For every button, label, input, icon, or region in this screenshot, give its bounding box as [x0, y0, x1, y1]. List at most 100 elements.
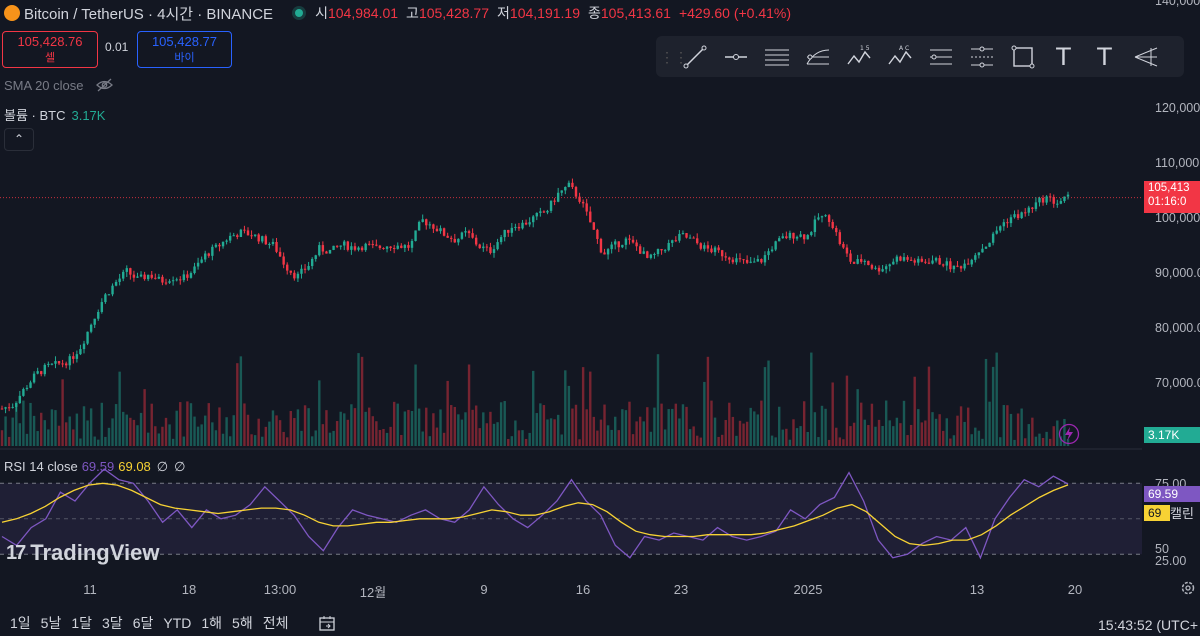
candle-body — [139, 274, 143, 277]
pattern-tool[interactable]: A C — [879, 41, 920, 73]
range-tool[interactable] — [961, 41, 1002, 73]
hidden-eye-icon[interactable] — [96, 78, 113, 92]
candle-body — [906, 257, 909, 260]
volume-legend[interactable]: 볼륨 · BTC 3.17K — [4, 105, 105, 124]
volume-bar — [164, 417, 168, 446]
candle-body — [959, 266, 963, 269]
candle-body — [838, 232, 842, 245]
volume-bar — [874, 426, 877, 446]
candle-body — [724, 256, 727, 258]
text-tool[interactable]: T — [1043, 41, 1084, 73]
fib-tool[interactable] — [797, 41, 838, 73]
trend-line-tool[interactable] — [674, 41, 715, 73]
price-tick: 110,000 — [1155, 156, 1200, 170]
volume-bar — [407, 409, 410, 446]
volume-bar — [146, 432, 150, 446]
candle-body — [660, 249, 663, 251]
symbol-title[interactable]: Bitcoin / TetherUS · 4시간 · BINANCE — [24, 3, 273, 24]
range-5d[interactable]: 5날 — [41, 613, 62, 633]
candle-body — [646, 251, 649, 258]
clock-timezone[interactable]: 15:43:52 (UTC+ — [1098, 617, 1198, 633]
volume-bar — [392, 401, 396, 446]
candle-body — [453, 238, 456, 243]
volume-bar — [1006, 405, 1009, 446]
candle-body — [753, 261, 756, 263]
sma-legend[interactable]: SMA 20 close — [4, 78, 84, 93]
price-chart[interactable] — [0, 0, 1142, 575]
candle-body — [628, 238, 631, 240]
anchored-text-tool[interactable]: T — [1084, 41, 1125, 73]
volume-bar — [667, 409, 670, 446]
range-1y[interactable]: 1해 — [201, 613, 222, 633]
horizontal-ray-tool[interactable] — [715, 41, 756, 73]
candle-body — [888, 264, 891, 267]
range-3m[interactable]: 3달 — [102, 613, 123, 633]
parallel-channel-tool[interactable] — [756, 41, 797, 73]
rsi-legend[interactable]: RSI 14 close 69.59 69.08 ∅ ∅ — [4, 459, 185, 475]
candle-body — [36, 371, 39, 374]
candle-body — [924, 261, 927, 263]
volume-bar — [753, 411, 756, 446]
candle-body — [179, 279, 182, 281]
volume-bar — [867, 425, 870, 446]
rectangle-tool[interactable] — [1002, 41, 1043, 73]
volume-bar — [835, 427, 838, 446]
range-1m[interactable]: 1달 — [71, 613, 92, 633]
candle-body — [450, 237, 453, 239]
candle-body — [32, 373, 36, 383]
candle-body — [257, 234, 260, 242]
collapse-legend-button[interactable]: ⌃ — [4, 128, 34, 151]
volume-bar — [243, 403, 246, 446]
rsi-null-value: ∅ — [156, 459, 169, 474]
volume-bar — [970, 434, 973, 446]
settings-gear-icon[interactable] — [1180, 580, 1196, 596]
candle-body — [895, 256, 899, 262]
candle-body — [439, 228, 442, 232]
volume-bar — [32, 415, 36, 446]
range-all[interactable]: 전체 — [263, 613, 289, 633]
range-1d[interactable]: 1일 — [10, 613, 31, 633]
volume-bar — [54, 410, 57, 446]
volume-bar — [863, 419, 866, 446]
long-position-tool[interactable] — [920, 41, 961, 73]
candle-body — [168, 281, 171, 283]
open-value: 104,984.01 — [327, 5, 399, 21]
volume-bar — [339, 411, 342, 446]
market-status-icon[interactable] — [295, 9, 304, 17]
bitcoin-icon — [4, 5, 20, 21]
volume-bar — [79, 438, 82, 446]
range-bar: 1일 5날 1달 3달 6달 YTD 1해 5해 전체 — [0, 610, 1200, 636]
more-tools[interactable] — [1125, 41, 1166, 73]
candle-body — [988, 242, 991, 247]
volume-bar — [524, 438, 528, 446]
volume-bar — [770, 435, 774, 446]
volume-bar — [225, 417, 228, 446]
volume-bar — [653, 407, 656, 446]
tradingview-logo[interactable]: 17 TradingView — [6, 540, 159, 566]
buy-button[interactable]: 105,428.77 바이 — [137, 31, 232, 68]
volume-bar — [207, 403, 210, 446]
candle-body — [107, 294, 111, 296]
volume-bar — [671, 408, 674, 446]
sell-button[interactable]: 105,428.76 셀 — [2, 31, 98, 68]
elliott-wave-tool[interactable]: 1 5 — [838, 41, 879, 73]
volume-bar — [271, 410, 275, 446]
range-5y[interactable]: 5해 — [232, 613, 253, 633]
calendar-goto-icon[interactable] — [318, 614, 336, 632]
lightning-icon[interactable] — [1058, 423, 1080, 445]
range-ytd[interactable]: YTD — [163, 615, 191, 631]
volume-bar — [806, 431, 809, 446]
volume-label: 볼륨 · BTC — [4, 108, 66, 123]
candle-body — [542, 211, 546, 213]
candle-body — [738, 258, 742, 260]
range-6m[interactable]: 6달 — [133, 613, 154, 633]
volume-bar — [724, 420, 727, 446]
candle-body — [835, 227, 838, 233]
volume-bar — [795, 428, 799, 446]
candle-body — [207, 253, 210, 256]
volume-bar — [578, 439, 581, 446]
volume-bar — [36, 431, 39, 446]
volume-bar — [603, 404, 606, 446]
volume-bar — [656, 354, 660, 446]
drag-handle-icon[interactable]: ⋮⋮ — [660, 47, 688, 67]
